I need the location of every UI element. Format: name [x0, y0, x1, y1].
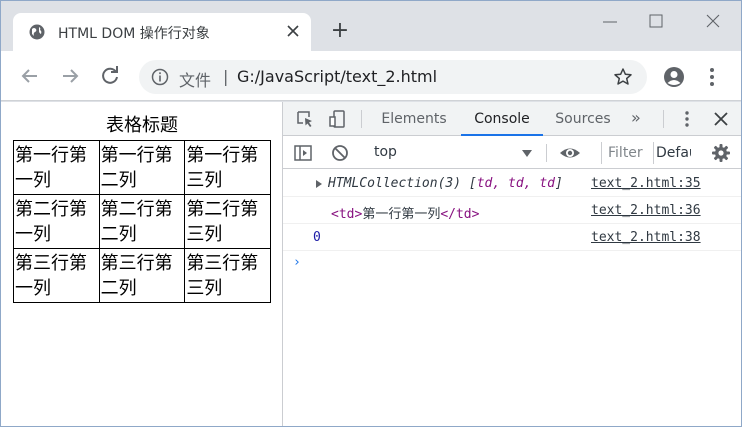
devtools-menu-icon[interactable]	[677, 109, 697, 129]
profile-icon[interactable]	[663, 66, 685, 88]
minimize-icon[interactable]	[595, 11, 625, 33]
bracket: ]	[555, 176, 563, 191]
toolbar-divider	[361, 110, 362, 128]
source-link[interactable]: text_2.html:38	[591, 230, 701, 245]
devtools-tab-bar: Elements Console Sources »	[283, 102, 741, 136]
collection-items: td, td, td	[476, 176, 555, 191]
tab-close-icon[interactable]	[283, 21, 303, 41]
clear-console-icon[interactable]	[330, 143, 350, 163]
console-sidebar-icon[interactable]	[293, 143, 313, 163]
source-link[interactable]: text_2.html:35	[591, 176, 701, 191]
bookmark-star-icon[interactable]	[613, 67, 633, 87]
new-tab-button[interactable]: +	[329, 20, 351, 43]
toolbar-divider	[663, 110, 664, 128]
omnibox-separator: |	[223, 67, 229, 86]
context-selector[interactable]: top	[365, 142, 537, 164]
open-tag: <td>	[331, 207, 363, 222]
devtools-close-icon[interactable]	[711, 109, 731, 129]
log-levels-dropdown[interactable]: Default levels	[653, 142, 691, 164]
devtools-panel: Elements Console Sources » top Filter De…	[282, 102, 741, 426]
dropdown-arrow-icon	[522, 150, 532, 157]
object-type: HTMLCollection(3)	[328, 176, 469, 191]
console-output: HTMLCollection(3) [td, td, td] text_2.ht…	[283, 170, 741, 270]
table-cell: 第三行第二列	[98, 248, 186, 303]
forward-icon[interactable]	[59, 65, 81, 87]
info-icon[interactable]	[151, 68, 169, 86]
browser-window: HTML DOM 操作行对象 + 文件 | G:/JavaScript/text…	[0, 0, 742, 427]
console-message: <td>第一行第一列</td> text_2.html:36	[283, 197, 741, 224]
page-content: 表格标题 第一行第一列 第一行第二列 第一行第三列 第二行第一列 第二行第二列 …	[1, 102, 282, 426]
table-row: 第三行第一列 第三行第二列 第三行第三列	[13, 248, 271, 303]
table-caption: 表格标题	[106, 115, 178, 136]
table-row: 第二行第一列 第二行第二列 第二行第三列	[13, 194, 271, 249]
browser-menu-icon[interactable]	[705, 66, 719, 88]
window-close-icon[interactable]	[698, 11, 728, 33]
console-settings-gear-icon[interactable]	[711, 143, 731, 163]
table-cell: 第三行第一列	[13, 248, 100, 303]
inspect-element-icon[interactable]	[295, 109, 315, 129]
table-row: 第一行第一列 第一行第二列 第一行第三列	[13, 140, 271, 195]
tab-console[interactable]: Console	[461, 102, 543, 136]
tab-title: HTML DOM 操作行对象	[58, 26, 210, 42]
security-label: 文件	[179, 71, 212, 90]
element-text: 第一行第一列	[362, 207, 441, 222]
source-link[interactable]: text_2.html:36	[591, 203, 701, 218]
tab-sources[interactable]: Sources	[547, 102, 619, 136]
console-value[interactable]: HTMLCollection(3) [td, td, td]	[328, 176, 563, 191]
console-filter-input[interactable]: Filter	[601, 142, 649, 164]
device-toolbar-icon[interactable]	[328, 109, 348, 129]
url-text[interactable]: G:/JavaScript/text_2.html	[237, 67, 437, 86]
tab-strip: HTML DOM 操作行对象 +	[1, 1, 741, 51]
tab-elements[interactable]: Elements	[373, 102, 455, 136]
toolbar-divider	[546, 144, 547, 162]
table-cell: 第二行第三列	[184, 194, 271, 249]
table-cell: 第一行第一列	[13, 140, 100, 195]
console-message: HTMLCollection(3) [td, td, td] text_2.ht…	[283, 170, 741, 197]
data-table: 第一行第一列 第一行第二列 第一行第三列 第二行第一列 第二行第二列 第二行第三…	[13, 140, 271, 303]
table-cell: 第一行第二列	[98, 140, 186, 195]
bracket: [	[468, 176, 477, 191]
browser-tab[interactable]: HTML DOM 操作行对象	[13, 13, 311, 51]
context-value: top	[374, 144, 397, 160]
live-expression-eye-icon[interactable]	[558, 143, 580, 163]
console-value[interactable]: <td>第一行第一列</td>	[331, 203, 479, 222]
console-prompt[interactable]: ›	[293, 255, 301, 270]
table-cell: 第三行第三列	[184, 248, 271, 303]
expand-triangle-icon[interactable]	[316, 180, 322, 188]
reload-icon[interactable]	[99, 65, 121, 87]
globe-icon	[29, 24, 45, 40]
close-tag: </td>	[440, 207, 480, 222]
console-number: 0	[313, 230, 321, 245]
console-message: 0 text_2.html:38	[283, 224, 741, 251]
maximize-icon[interactable]	[641, 11, 671, 33]
back-icon[interactable]	[19, 65, 41, 87]
console-toolbar: top Filter Default levels	[283, 137, 741, 169]
table-cell: 第一行第三列	[184, 140, 271, 195]
browser-toolbar: 文件 | G:/JavaScript/text_2.html	[1, 51, 741, 101]
table-cell: 第二行第一列	[13, 194, 100, 249]
address-bar[interactable]: 文件 | G:/JavaScript/text_2.html	[139, 60, 647, 94]
more-tabs-button[interactable]: »	[631, 108, 641, 127]
table-cell: 第二行第二列	[98, 194, 186, 249]
